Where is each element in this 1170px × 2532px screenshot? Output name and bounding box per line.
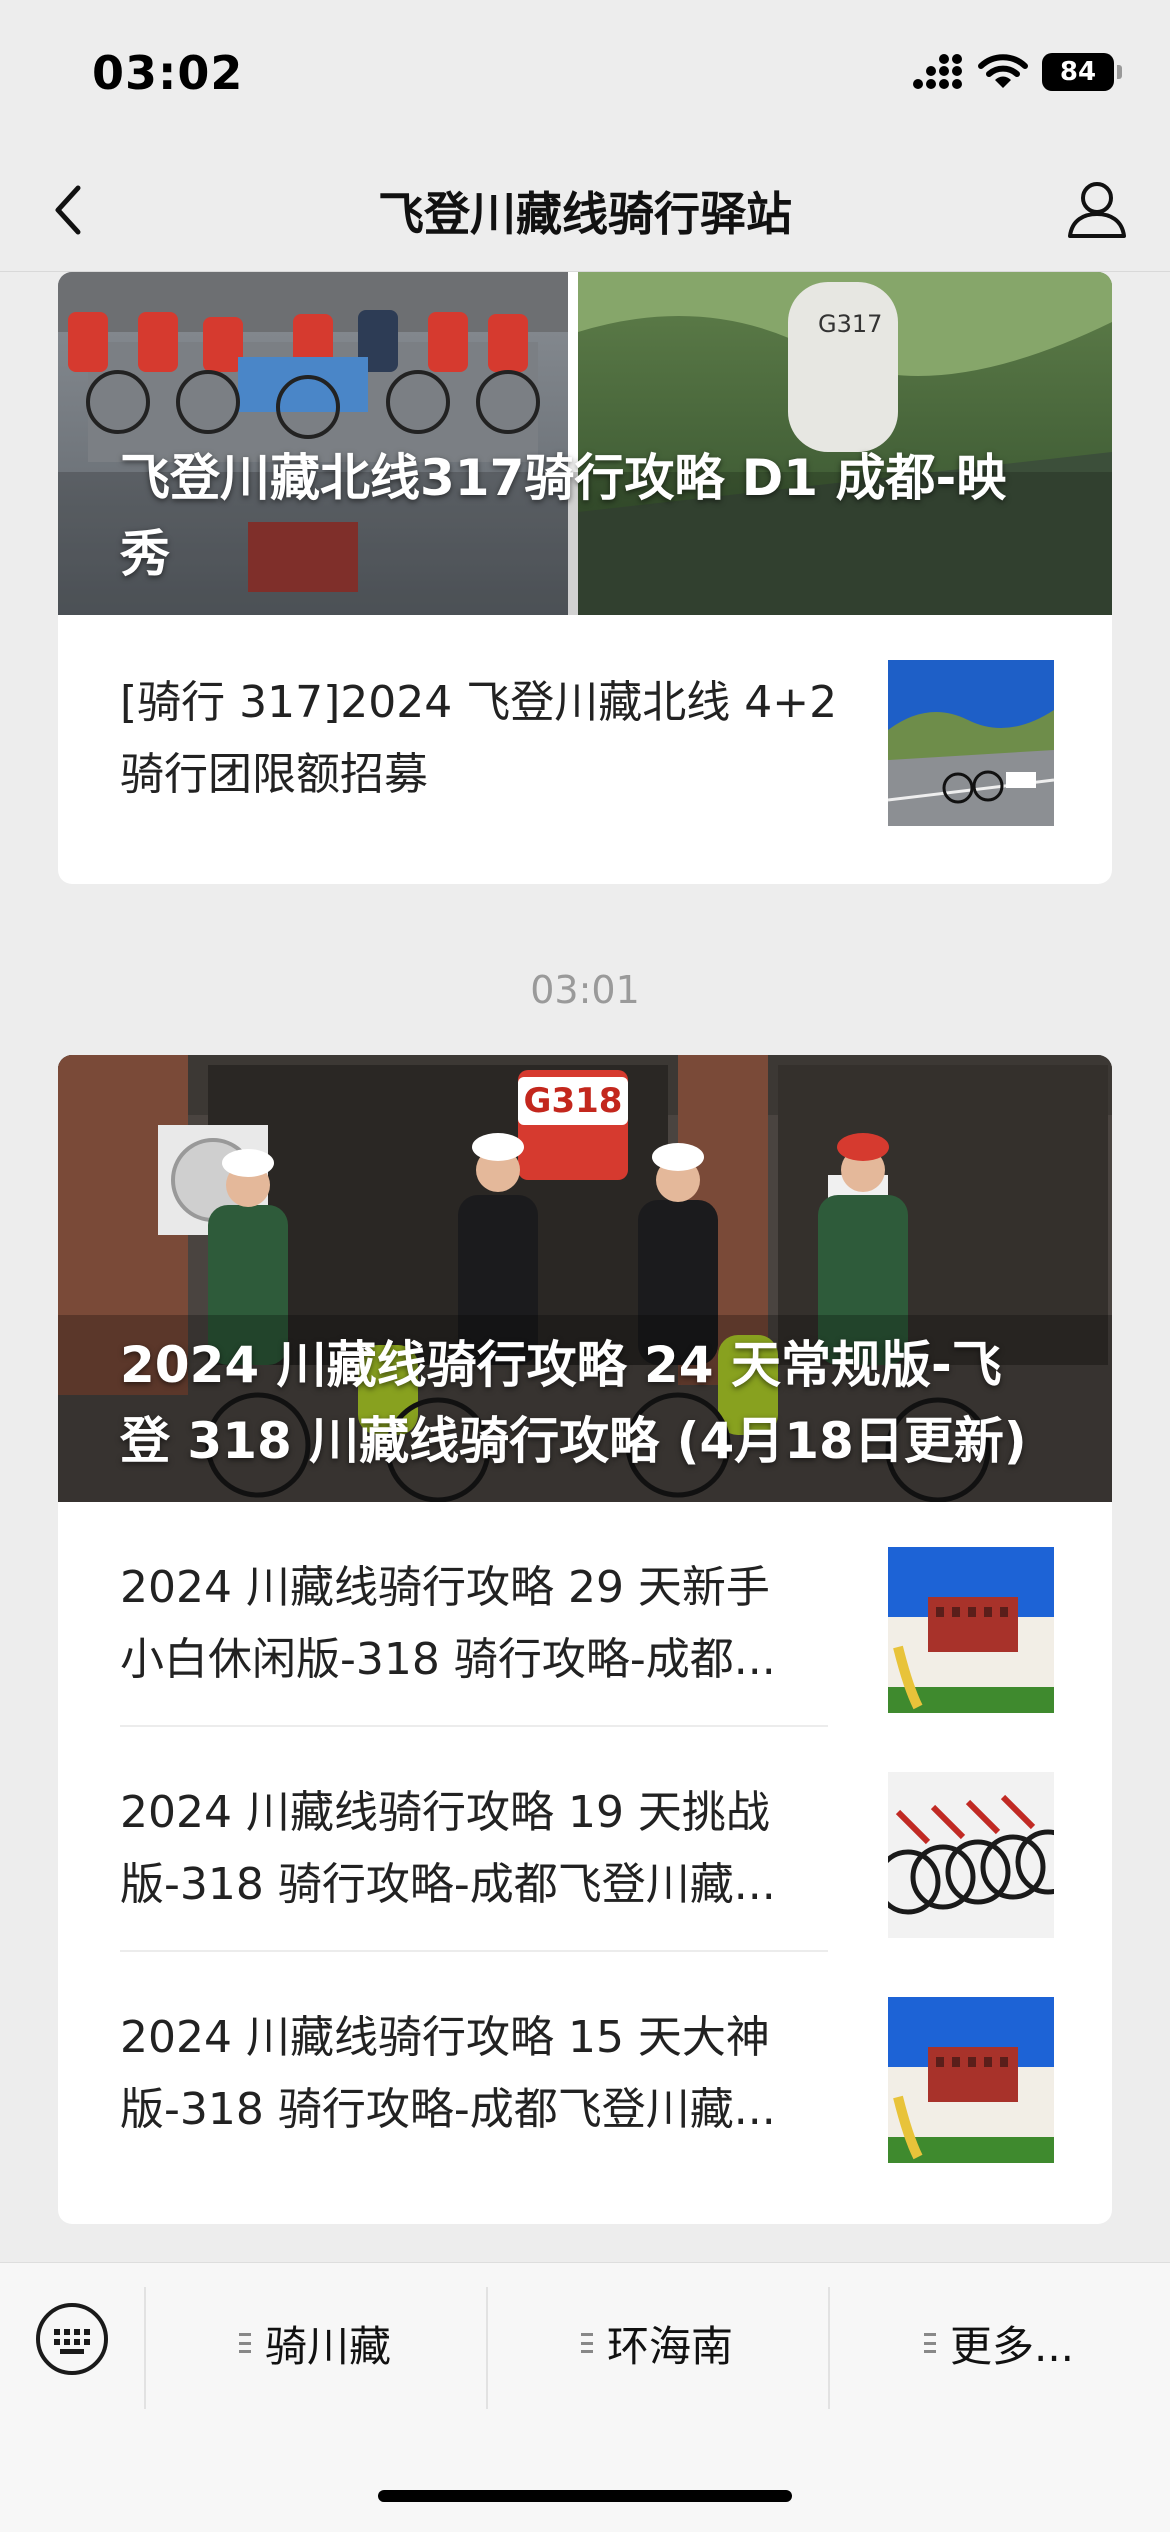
article-card: G317 飞登川藏北线317骑行攻略 D1 成都-映秀 [骑行 317]2024… [58,272,1112,884]
status-bar: 03:02 84 [0,0,1170,150]
user-icon[interactable] [1062,174,1132,244]
article-title: [骑行 317]2024 飞登川藏北线 4+2 骑行团限额招募 [120,667,840,811]
nav-bar: 飞登川藏线骑行驿站 [0,150,1170,272]
message-timestamp: 03:01 [530,968,640,1012]
menu-item-label: 环海南 [606,2321,733,2371]
list-item[interactable]: 2024 川藏线骑行攻略 15 天大神 版-318 骑行攻略-成都飞登川藏... [58,1952,1112,2177]
svg-text:G317: G317 [818,310,882,338]
keyboard-icon[interactable] [36,2303,108,2375]
home-indicator [378,2490,792,2502]
article-title: 2024 川藏线骑行攻略 19 天挑战 版-318 骑行攻略-成都飞登川藏... [120,1777,840,1921]
article-title: 2024 川藏线骑行攻略 29 天新手 小白休闲版-318 骑行攻略-成都... [120,1552,840,1696]
article-card: G318 2024 川藏线骑行攻略 24 天常规版-飞 登 318 川藏线骑行攻… [58,1055,1112,2224]
page-title: 飞登川藏线骑行驿站 [378,187,792,241]
article-title-line: 小白休闲版-318 骑行攻略-成都... [120,1634,776,1685]
menu-lines-icon [923,2333,936,2353]
cover-article[interactable]: G317 飞登川藏北线317骑行攻略 D1 成都-映秀 [58,272,1112,615]
menu-item-label: 骑川藏 [264,2321,391,2371]
menu-item-ride-tibet[interactable]: 骑川藏 [146,2313,484,2373]
list-item[interactable]: 2024 川藏线骑行攻略 29 天新手 小白休闲版-318 骑行攻略-成都... [58,1502,1112,1727]
article-title-line: 2024 川藏线骑行攻略 29 天新手 [120,1562,770,1613]
article-title: 2024 川藏线骑行攻略 15 天大神 版-318 骑行攻略-成都飞登川藏... [120,2002,840,2146]
article-title-line: [骑行 317]2024 飞登川藏北线 4+2 [120,677,838,728]
article-title-line: 版-318 骑行攻略-成都飞登川藏... [120,1859,776,1910]
cover-title: 飞登川藏北线317骑行攻略 D1 成都-映秀 [120,449,1007,583]
status-time: 03:02 [92,46,244,100]
menu-lines-icon [580,2333,593,2353]
article-thumbnail [888,660,1054,826]
cover-title-line: 登 318 川藏线骑行攻略 (4月18日更新) [120,1412,1027,1470]
cover-title: 2024 川藏线骑行攻略 24 天常规版-飞 登 318 川藏线骑行攻略 (4月… [120,1327,1050,1479]
cover-article[interactable]: G318 2024 川藏线骑行攻略 24 天常规版-飞 登 318 川藏线骑行攻… [58,1055,1112,1502]
article-thumbnail [888,1547,1054,1713]
article-title-line: 骑行团限额招募 [120,749,428,800]
list-item[interactable]: 2024 川藏线骑行攻略 19 天挑战 版-318 骑行攻略-成都飞登川藏... [58,1727,1112,1952]
signal-icon [913,54,962,89]
menu-item-more[interactable]: 更多... [830,2313,1168,2373]
battery-icon: 84 [1042,53,1122,91]
menu-lines-icon [238,2333,251,2353]
article-thumbnail [888,1772,1054,1938]
cover-title-line: 2024 川藏线骑行攻略 24 天常规版-飞 [120,1336,1002,1394]
battery-level: 84 [1059,57,1097,87]
article-thumbnail [888,1997,1054,2163]
menu-item-hainan[interactable]: 环海南 [488,2313,826,2373]
list-item[interactable]: [骑行 317]2024 飞登川藏北线 4+2 骑行团限额招募 [58,615,1112,884]
wechat-official-account-page: 03:02 84 飞登川藏线骑行驿站 G317 飞登川藏北线317骑行攻略 D1… [0,0,1170,2532]
article-title-line: 2024 川藏线骑行攻略 15 天大神 [120,2012,770,2063]
article-title-line: 2024 川藏线骑行攻略 19 天挑战 [120,1787,770,1838]
menu-item-label: 更多... [949,2321,1075,2371]
article-title-line: 版-318 骑行攻略-成都飞登川藏... [120,2084,776,2135]
wifi-icon [978,54,1028,88]
g318-sign: G318 [518,1077,628,1125]
status-icons: 84 [912,52,1122,92]
